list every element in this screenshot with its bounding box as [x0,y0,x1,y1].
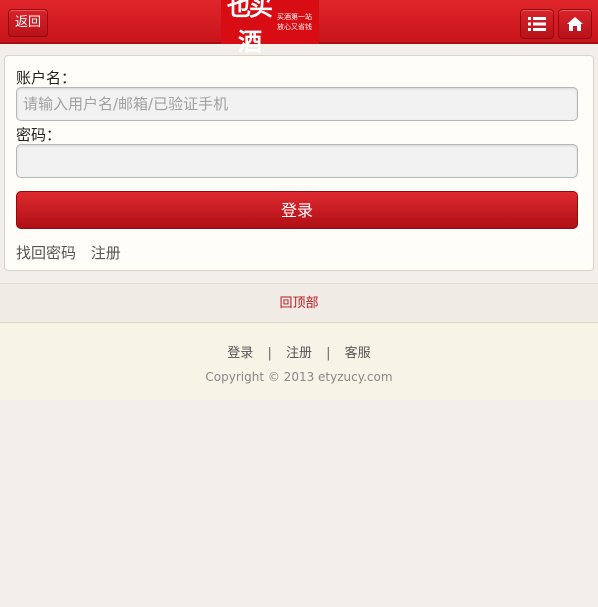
forgot-password-link[interactable]: 找回密码 [16,244,76,262]
account-label: 账户名： [16,69,77,87]
footer-register-link[interactable]: 注册 [286,346,312,361]
site-logo[interactable]: 也买酒 买酒第一站 放心又省钱 [221,0,319,56]
logo-slogan: 买酒第一站 放心又省钱 [277,12,317,32]
top-header: 返回 也买酒 买酒第一站 放心又省钱 [0,0,598,56]
back-to-top-link[interactable]: 回顶部 [0,283,598,323]
form-links: 找回密码 注册 [16,242,131,263]
footer-service-link[interactable]: 客服 [345,346,371,361]
logo-text: 也买酒 [227,0,273,56]
home-button[interactable] [558,9,592,39]
account-input[interactable] [16,87,578,121]
logo-slogan-line1: 买酒第一站 [277,13,312,21]
list-icon [528,17,546,31]
home-icon [567,17,583,31]
login-form: 账户名： 密码： 登录 找回密码 注册 [4,55,594,271]
menu-button[interactable] [520,9,554,39]
password-input[interactable] [16,144,578,178]
footer-separator: | [326,346,331,361]
register-link[interactable]: 注册 [91,244,121,262]
footer-login-link[interactable]: 登录 [227,346,253,361]
password-label: 密码： [16,126,62,144]
footer-separator: | [267,346,272,361]
footer-links: 登录 | 注册 | 客服 [0,342,598,361]
footer: 登录 | 注册 | 客服 Copyright © 2013 etyzucy.co… [0,323,598,400]
login-button[interactable]: 登录 [16,191,578,229]
back-button[interactable]: 返回 [8,9,48,37]
copyright-text: Copyright © 2013 etyzucy.com [205,370,393,384]
logo-slogan-line2: 放心又省钱 [277,23,312,31]
